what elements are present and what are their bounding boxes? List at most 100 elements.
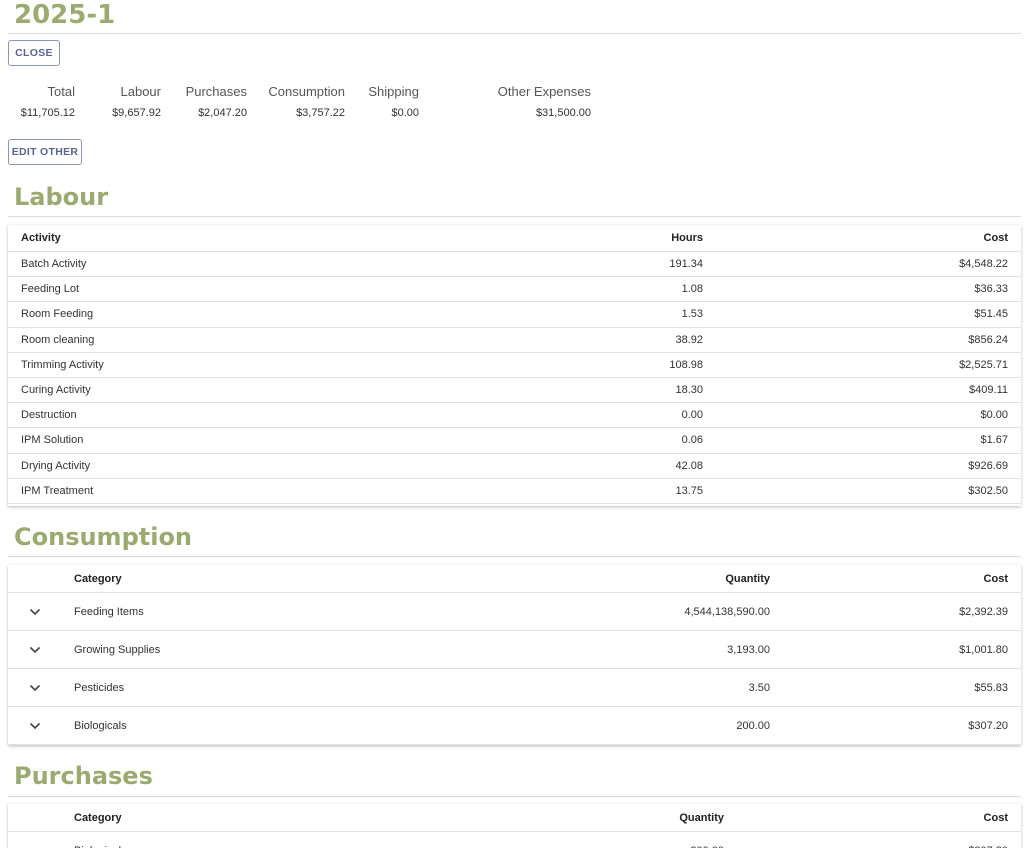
category-cell: Biologicals [74, 832, 127, 848]
activity-cell: Room Feeding [21, 308, 94, 321]
consumption-divider [8, 556, 1021, 557]
table-row: IPM Treatment 13.75 $302.50 [8, 479, 1021, 504]
column-header-cost: Cost [983, 572, 1008, 585]
cost-cell: $307.20 [968, 719, 1008, 732]
category-cell: Biologicals [74, 719, 127, 732]
table-row[interactable]: Feeding Items 4,544,138,590.00 $2,392.39 [8, 593, 1021, 631]
cost-cell: $4,548.22 [959, 258, 1008, 271]
table-row[interactable]: Pesticides 3.50 $55.83 [8, 669, 1021, 707]
purchases-table-header: Category Quantity Cost [8, 804, 1021, 832]
title-divider [8, 33, 1021, 34]
cost-cell: $926.69 [968, 459, 1008, 472]
hours-cell: 18.30 [675, 384, 703, 397]
hours-cell: 191.34 [669, 258, 703, 271]
cost-cell: $2,525.71 [959, 358, 1008, 371]
activity-cell: Trimming Activity [21, 358, 104, 371]
table-row: Batch Activity 191.34 $4,548.22 [8, 252, 1021, 278]
hours-cell: 1.53 [681, 308, 703, 321]
column-header-activity: Activity [21, 232, 61, 244]
summary-header-purchases: Purchases [185, 84, 247, 99]
column-header-cost: Cost [983, 811, 1008, 824]
chevron-down-icon[interactable] [28, 593, 42, 630]
hours-cell: 0.00 [681, 409, 703, 422]
cost-cell: $409.11 [969, 384, 1008, 397]
column-header-cost: Cost [983, 232, 1008, 244]
column-header-category: Category [74, 572, 122, 585]
hours-cell: 0.06 [681, 434, 703, 447]
purchases-section-title: Purchases [14, 762, 153, 790]
summary-value-total: $11,705.12 [20, 107, 75, 119]
cost-cell: $302.50 [968, 484, 1008, 497]
hours-cell: 42.08 [675, 459, 703, 472]
table-row: IPM Solution 0.06 $1.67 [8, 428, 1021, 454]
purchases-divider [8, 796, 1021, 797]
table-row[interactable]: Biologicals 200.00 $307.20 [8, 707, 1021, 745]
summary-header-shipping: Shipping [368, 84, 419, 99]
table-row[interactable]: Biologicals 200.00 $307.20 [8, 832, 1021, 848]
chevron-down-icon[interactable] [28, 631, 42, 668]
summary-value-consumption: $3,757.22 [296, 107, 345, 119]
labour-table-header: Activity Hours Cost [8, 225, 1021, 252]
summary-header-labour: Labour [120, 84, 161, 99]
table-row: Room cleaning 38.92 $856.24 [8, 328, 1021, 353]
page-title: 2025-1 [14, 0, 116, 30]
table-row: Trimming Activity 108.98 $2,525.71 [8, 353, 1021, 378]
category-cell: Feeding Items [74, 605, 144, 618]
summary-value-other-expenses: $31,500.00 [535, 107, 591, 119]
chevron-down-icon[interactable] [28, 707, 42, 744]
cost-cell: $2,392.39 [959, 605, 1008, 618]
activity-cell: IPM Solution [21, 434, 84, 447]
edit-other-button[interactable]: EDIT OTHER [8, 139, 82, 165]
quantity-cell: 3.50 [748, 681, 770, 694]
cost-cell: $307.20 [868, 832, 1008, 848]
quantity-cell: 200.00 [568, 832, 724, 848]
summary-value-shipping: $0.00 [391, 107, 419, 119]
table-row[interactable]: Growing Supplies 3,193.00 $1,001.80 [8, 631, 1021, 669]
table-row: Destruction 0.00 $0.00 [8, 403, 1021, 429]
table-row: Curing Activity 18.30 $409.11 [8, 378, 1021, 404]
summary-header-total: Total [47, 84, 75, 99]
consumption-table: Category Quantity Cost Feeding Items 4,54… [8, 565, 1021, 745]
labour-divider [8, 216, 1021, 217]
hours-cell: 13.75 [675, 484, 703, 497]
table-row: Feeding Lot 1.08 $36.33 [8, 277, 1021, 303]
activity-cell: Destruction [21, 409, 77, 422]
cost-cell: $0.00 [980, 409, 1008, 422]
hours-cell: 1.08 [681, 283, 703, 296]
purchases-table: Category Quantity Cost Biologicals 200.00… [8, 804, 1021, 848]
cost-cell: $856.24 [968, 333, 1008, 346]
column-header-quantity: Quantity [679, 811, 724, 824]
activity-cell: Curing Activity [21, 384, 91, 397]
cost-cell: $55.83 [974, 681, 1008, 694]
column-header-hours: Hours [671, 232, 703, 244]
summary-header-consumption: Consumption [268, 84, 345, 99]
chevron-down-icon[interactable] [28, 832, 42, 848]
hours-cell: 108.98 [669, 358, 703, 371]
summary-header-other-expenses: Other Expenses [497, 84, 591, 99]
activity-cell: Drying Activity [21, 459, 91, 472]
column-header-category: Category [74, 811, 122, 824]
table-row: Drying Activity 42.08 $926.69 [8, 454, 1021, 479]
consumption-section-title: Consumption [14, 523, 193, 551]
column-header-quantity: Quantity [725, 572, 770, 585]
hours-cell: 38.92 [675, 333, 703, 346]
consumption-table-header: Category Quantity Cost [8, 565, 1021, 593]
activity-cell: Feeding Lot [21, 283, 80, 296]
labour-section-title: Labour [14, 183, 109, 211]
category-cell: Growing Supplies [74, 643, 161, 656]
chevron-down-icon[interactable] [28, 669, 42, 706]
close-button[interactable]: CLOSE [8, 40, 60, 66]
cost-cell: $1,001.80 [959, 643, 1008, 656]
cost-cell: $51.45 [974, 308, 1008, 321]
category-cell: Pesticides [74, 681, 125, 694]
cost-cell: $36.33 [974, 283, 1008, 296]
cost-cell: $1.67 [980, 434, 1008, 447]
quantity-cell: 200.00 [736, 719, 770, 732]
quantity-cell: 4,544,138,590.00 [684, 605, 770, 618]
activity-cell: IPM Treatment [21, 484, 94, 497]
summary-value-labour: $9,657.92 [112, 107, 161, 119]
table-row: Room Feeding 1.53 $51.45 [8, 302, 1021, 328]
summary-value-purchases: $2,047.20 [198, 107, 247, 119]
activity-cell: Batch Activity [21, 258, 87, 271]
activity-cell: Room cleaning [21, 333, 95, 346]
